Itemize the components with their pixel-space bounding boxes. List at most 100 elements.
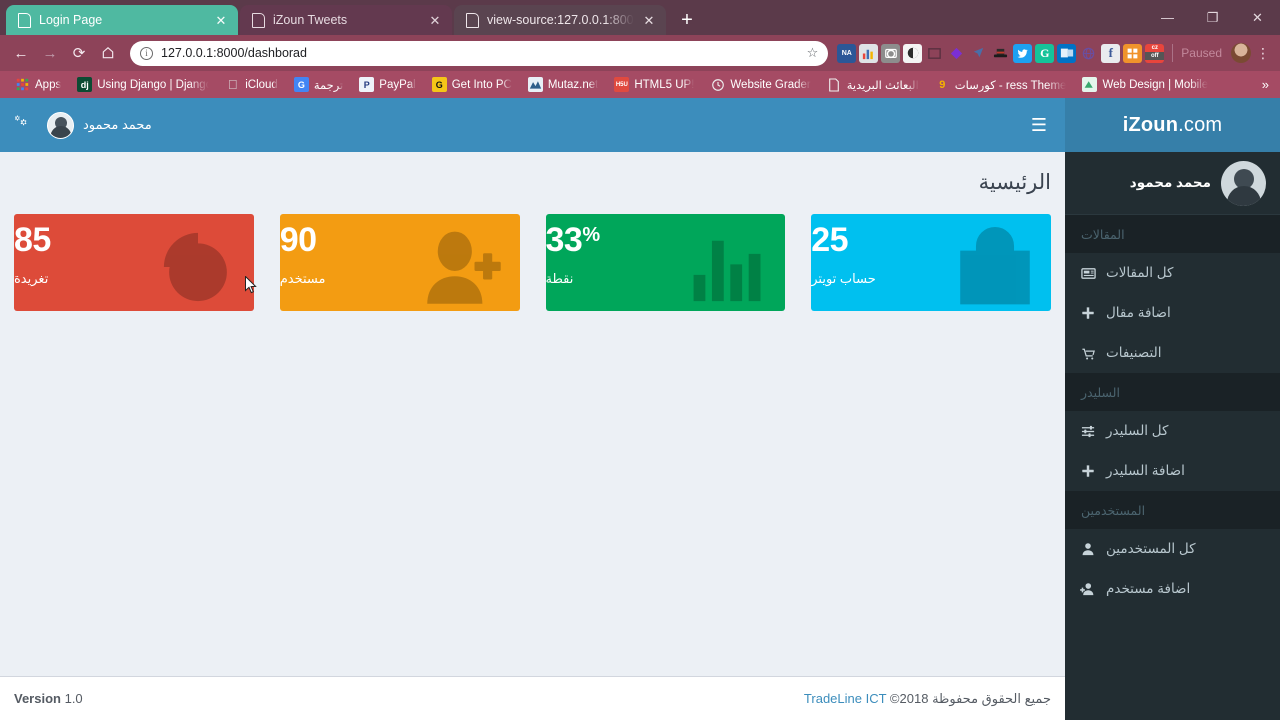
bookmark-paypal[interactable]: P PayPal [351,74,423,96]
grammarly-extension-icon[interactable]: G [1035,43,1055,63]
bookmark-get-into-pc[interactable]: G Get Into PC [424,74,520,96]
stat-card-label: تغريدة [14,271,49,286]
stat-card-label: حساب تويتر [811,271,876,286]
stat-card-twitter-accounts[interactable]: 25 حساب تويتر [811,214,1051,311]
twitter-extension-icon[interactable] [1013,43,1033,63]
bookmark-albaaith-albaridia[interactable]: البعائث البريدية [819,74,927,96]
footer-company-link[interactable]: TradeLine ICT [804,691,886,706]
getintopc-icon: G [431,77,447,92]
tab-strip: Login Page ✕ iZoun Tweets ✕ view-source:… [0,0,1280,35]
facebook-extension-icon[interactable]: f [1101,43,1121,63]
close-icon[interactable]: ✕ [642,14,656,27]
toolbar-divider [1172,44,1174,62]
sliders-icon [1079,424,1097,439]
colorzilla-extension-icon[interactable]: cz off [1145,43,1165,63]
browser-window: Login Page ✕ iZoun Tweets ✕ view-source:… [0,0,1280,720]
sidebar-item-label: اضافة مستخدم [1106,581,1191,596]
globe-extension-icon[interactable] [1079,44,1098,63]
sidebar-user-panel[interactable]: محمد محمود [1065,152,1280,215]
page-icon [252,12,265,28]
moon-extension-icon[interactable] [903,43,923,63]
django-icon: dj [77,77,93,92]
user-icon [1079,542,1097,556]
bookmark-label: Mutaz.net [547,78,599,91]
sidebar-item-add-article[interactable]: اضافة مقال [1065,293,1280,333]
maximize-button[interactable]: ❐ [1190,0,1235,35]
url-text: 127.0.0.1:8000/dashborad [161,46,307,60]
browser-tab-login-page[interactable]: Login Page ✕ [6,5,238,35]
minimize-button[interactable]: — [1145,0,1190,35]
sidebar-item-all-sliders[interactable]: كل السليدر [1065,411,1280,451]
wordpress-theme-icon: 9 [939,78,946,91]
bookmark-apps[interactable]: Apps [7,74,69,96]
browser-tab-izoun-tweets[interactable]: iZoun Tweets ✕ [240,5,452,35]
header-left-tools: محمد محمود [0,111,152,139]
frame-extension-icon[interactable] [925,44,944,63]
browser-tab-view-source[interactable]: view-source:127.0.0.1:8000/dashb ✕ [454,5,666,35]
bookmark-label: ترجمة [313,79,344,92]
paypal-icon: P [359,77,375,92]
page-content: الرئيسية 85 تغريدة 90 مستخدم 33% نقطة 25… [0,152,1065,676]
site-info-icon[interactable]: i [140,46,153,60]
sidebar: iZoun .com محمد محمود المقالات كل المقالا… [1065,98,1280,720]
stat-card-tweets[interactable]: 85 تغريدة [14,214,254,311]
bookmark-label: Web Design | Mobile [1102,78,1209,91]
back-icon[interactable]: ← [8,40,34,66]
address-bar[interactable]: i 127.0.0.1:8000/dashborad ☆ [130,40,829,66]
bookmarks-overflow-icon[interactable]: » [1262,77,1273,92]
bookmark-icloud[interactable]:  iCloud [217,74,286,96]
close-icon[interactable]: ✕ [428,14,442,27]
avatar[interactable] [1231,43,1251,63]
bookmark-label: HTML5 UP! [634,78,695,91]
page-viewport: iZoun .com محمد محمود المقالات كل المقالا… [0,98,1280,720]
sidebar-item-add-slider[interactable]: اضافة السليدر [1065,451,1280,491]
footer-version-number: 1.0 [64,691,83,706]
sidebar-item-categories[interactable]: التصنيفات [1065,333,1280,373]
home-icon[interactable] [95,40,121,66]
camera-extension-icon[interactable] [881,43,901,63]
gears-icon[interactable] [14,114,33,136]
document-icon [827,77,842,92]
hat-extension-icon[interactable] [991,44,1010,63]
brand-suffix: .com [1178,113,1223,136]
bookmark-web-design-mobile[interactable]: Web Design | Mobile [1074,74,1216,96]
bookmark-using-django[interactable]: dj Using Django | Django [69,74,217,96]
sidebar-item-all-articles[interactable]: كل المقالات [1065,253,1280,293]
browser-toolbar: ← → ⟳ i 127.0.0.1:8000/dashborad ☆ NA G … [0,35,1280,71]
sidebar-item-add-user[interactable]: اضافة مستخدم [1065,569,1280,609]
bookmark-html5up[interactable]: H5U HTML5 UP! [606,74,702,96]
na-extension-icon[interactable]: NA [837,43,857,63]
new-tab-button[interactable]: + [674,10,700,30]
sidebar-item-label: اضافة السليدر [1106,463,1185,478]
mouse-cursor [245,276,257,294]
bookmarks-bar: Apps dj Using Django | Django  iCloud G… [0,71,1280,98]
diamond-extension-icon[interactable] [947,44,966,63]
footer-rights-text: جميع الحقوق محفوظة [932,690,1051,706]
puzzle-extension-icon[interactable] [1123,43,1143,63]
bookmark-translate[interactable]: G ترجمة [286,74,351,96]
outlook-extension-icon[interactable] [1057,43,1077,63]
footer-version-label: Version [14,691,61,706]
browser-menu-icon[interactable]: ⋮ [1254,45,1272,62]
forward-icon[interactable]: → [37,40,63,66]
bookmark-website-grader[interactable]: Website Grader [702,74,818,96]
hamburger-icon[interactable]: ☰ [1013,98,1065,152]
cursor-extension-icon[interactable] [969,44,988,63]
stat-card-points[interactable]: 33% نقطة [545,214,786,311]
stat-card-number: 25 [811,221,849,259]
close-icon[interactable]: ✕ [214,14,228,27]
sidebar-item-all-users[interactable]: كل المستخدمين [1065,529,1280,569]
paused-label: Paused [1181,46,1222,60]
brand-logo[interactable]: iZoun .com [1065,98,1280,152]
stat-card-users[interactable]: 90 مستخدم [279,214,520,311]
reload-icon[interactable]: ⟳ [66,40,92,66]
bookmark-star-icon[interactable]: ☆ [807,45,819,61]
close-window-button[interactable]: ✕ [1235,0,1280,35]
bookmark-kursat-theme[interactable]: 9 كورسات - ress Theme [927,74,1075,96]
bookmark-mutaz[interactable]: Mutaz.net [520,74,607,96]
header-user[interactable]: محمد محمود [47,111,152,139]
chart-extension-icon[interactable] [859,43,879,63]
apps-grid-icon [15,77,30,92]
page-icon [466,12,479,28]
footer-copyright-symbol: © [889,690,900,706]
